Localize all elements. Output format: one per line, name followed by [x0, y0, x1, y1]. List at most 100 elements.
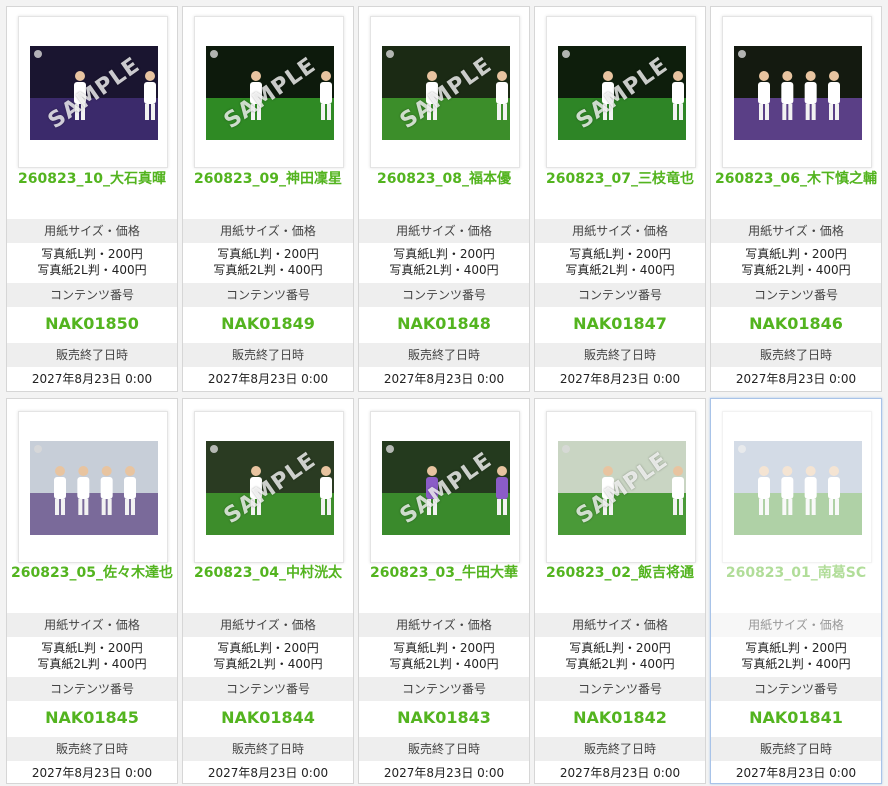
sale-end-date: 2027年8月23日 0:00: [383, 372, 505, 386]
product-photo-frame[interactable]: SAMPLE: [546, 16, 696, 168]
price-l: 写真紙L判・200円: [217, 641, 319, 655]
price-l: 写真紙L判・200円: [217, 247, 319, 261]
sale-end-label: 販売終了日時: [359, 343, 529, 367]
product-title[interactable]: 260823_07_三枝竜也: [539, 169, 701, 215]
price-list: 写真紙L判・200円 写真紙2L判・400円: [535, 243, 705, 281]
price-2l: 写真紙2L判・400円: [565, 657, 675, 671]
price-list: 写真紙L判・200円 写真紙2L判・400円: [7, 637, 177, 675]
sale-end-label: 販売終了日時: [359, 737, 529, 761]
product-photo-frame[interactable]: SAMPLE: [370, 16, 520, 168]
price-l: 写真紙L判・200円: [745, 247, 847, 261]
content-code: NAK01850: [45, 314, 139, 333]
product-photo-frame[interactable]: SAMPLE: [194, 16, 344, 168]
price-l: 写真紙L判・200円: [393, 641, 495, 655]
content-code: NAK01843: [397, 708, 491, 727]
product-title[interactable]: 260823_04_中村洸太: [187, 563, 349, 609]
product-card[interactable]: SAMPLE 260823_08_福本優 用紙サイズ・価格 写真紙L判・200円 写真紙…: [358, 6, 530, 392]
sale-end-label: 販売終了日時: [7, 343, 177, 367]
sale-end-date: 2027年8月23日 0:00: [31, 372, 153, 386]
sale-end-label: 販売終了日時: [535, 343, 705, 367]
product-photo-frame[interactable]: SAMPLE: [370, 411, 520, 563]
content-no-label: コンテンツ番号: [183, 283, 353, 307]
sale-end-date: 2027年8月23日 0:00: [207, 372, 329, 386]
price-list: 写真紙L判・200円 写真紙2L判・400円: [711, 243, 881, 281]
product-title[interactable]: 260823_08_福本優: [363, 169, 525, 215]
price-list: 写真紙L判・200円 写真紙2L判・400円: [183, 637, 353, 675]
sale-end-label: 販売終了日時: [7, 737, 177, 761]
product-title[interactable]: 260823_09_神田凜星: [187, 169, 349, 215]
product-title[interactable]: 260823_10_大石真暉: [11, 169, 173, 215]
product-photo-frame[interactable]: [18, 411, 168, 563]
sale-end-date: 2027年8月23日 0:00: [207, 766, 329, 780]
price-l: 写真紙L判・200円: [41, 247, 143, 261]
content-code: NAK01846: [749, 314, 843, 333]
price-l: 写真紙L判・200円: [569, 641, 671, 655]
product-photo[interactable]: SAMPLE: [382, 46, 510, 140]
size-price-label: 用紙サイズ・価格: [535, 219, 705, 243]
content-no-label: コンテンツ番号: [7, 283, 177, 307]
product-photo[interactable]: SAMPLE: [206, 441, 334, 535]
price-2l: 写真紙2L判・400円: [741, 263, 851, 277]
product-photo[interactable]: SAMPLE: [558, 441, 686, 535]
product-card[interactable]: SAMPLE 260823_04_中村洸太 用紙サイズ・価格 写真紙L判・200円 写真…: [182, 398, 354, 784]
sale-end-date: 2027年8月23日 0:00: [31, 766, 153, 780]
content-no-label: コンテンツ番号: [535, 283, 705, 307]
price-list: 写真紙L判・200円 写真紙2L判・400円: [7, 243, 177, 281]
product-photo[interactable]: [734, 46, 862, 140]
product-photo-frame[interactable]: SAMPLE: [194, 411, 344, 563]
price-2l: 写真紙2L判・400円: [213, 657, 323, 671]
product-title[interactable]: 260823_02_飯吉将通: [539, 563, 701, 609]
product-photo-frame[interactable]: [722, 411, 872, 563]
sale-end-label: 販売終了日時: [183, 737, 353, 761]
sale-end-date: 2027年8月23日 0:00: [559, 372, 681, 386]
product-card[interactable]: 260823_06_木下慎之輔 用紙サイズ・価格 写真紙L判・200円 写真紙2L判・…: [710, 6, 882, 392]
size-price-label: 用紙サイズ・価格: [183, 613, 353, 637]
price-2l: 写真紙2L判・400円: [37, 263, 147, 277]
product-photo-frame[interactable]: SAMPLE: [546, 411, 696, 563]
sale-end-date: 2027年8月23日 0:00: [559, 766, 681, 780]
price-list: 写真紙L判・200円 写真紙2L判・400円: [711, 637, 881, 675]
product-photo-frame[interactable]: [722, 16, 872, 168]
price-2l: 写真紙2L判・400円: [565, 263, 675, 277]
price-2l: 写真紙2L判・400円: [741, 657, 851, 671]
product-card[interactable]: SAMPLE 260823_02_飯吉将通用紙サイズ・価格写真紙L判・200円 写真…: [534, 398, 706, 784]
price-2l: 写真紙2L判・400円: [37, 657, 147, 671]
product-title[interactable]: 260823_03_牛田大華: [363, 563, 525, 609]
price-2l: 写真紙2L判・400円: [213, 263, 323, 277]
product-photo[interactable]: SAMPLE: [558, 46, 686, 140]
content-no-label: コンテンツ番号: [183, 677, 353, 701]
price-l: 写真紙L判・200円: [41, 641, 143, 655]
size-price-label: 用紙サイズ・価格: [711, 613, 881, 637]
sale-end-date: 2027年8月23日 0:00: [383, 766, 505, 780]
product-photo-frame[interactable]: SAMPLE: [18, 16, 168, 168]
content-no-label: コンテンツ番号: [535, 677, 705, 701]
product-photo[interactable]: SAMPLE: [382, 441, 510, 535]
price-list: 写真紙L判・200円 写真紙2L判・400円: [359, 243, 529, 281]
product-title[interactable]: 260823_05_佐々木達也: [11, 563, 173, 609]
product-title[interactable]: 260823_06_木下慎之輔: [715, 169, 877, 215]
product-photo[interactable]: [734, 441, 862, 535]
sale-end-label: 販売終了日時: [711, 737, 881, 761]
product-card[interactable]: SAMPLE 260823_03_牛田大華用紙サイズ・価格写真紙L判・200円 写真…: [358, 398, 530, 784]
product-photo[interactable]: SAMPLE: [30, 46, 158, 140]
content-code: NAK01841: [749, 708, 843, 727]
content-code: NAK01844: [221, 708, 315, 727]
content-no-label: コンテンツ番号: [359, 283, 529, 307]
product-card[interactable]: SAMPLE 260823_09_神田凜星 用紙サイズ・価格 写真紙L判・200円 写真…: [182, 6, 354, 392]
product-title[interactable]: 260823_01_南葛SC: [715, 563, 877, 609]
product-card[interactable]: SAMPLE 260823_10_大石真暉 用紙サイズ・価格 写真紙L判・200円 写真…: [6, 6, 178, 392]
product-card[interactable]: SAMPLE 260823_07_三枝竜也用紙サイズ・価格 写真紙L判・200円 写真…: [534, 6, 706, 392]
product-card[interactable]: 260823_05_佐々木達也 用紙サイズ・価格 写真紙L判・200円 写真紙2L判・…: [6, 398, 178, 784]
price-2l: 写真紙2L判・400円: [389, 657, 499, 671]
size-price-label: 用紙サイズ・価格: [359, 613, 529, 637]
content-code: NAK01848: [397, 314, 491, 333]
size-price-label: 用紙サイズ・価格: [535, 613, 705, 637]
size-price-label: 用紙サイズ・価格: [711, 219, 881, 243]
product-photo[interactable]: SAMPLE: [206, 46, 334, 140]
sale-end-label: 販売終了日時: [535, 737, 705, 761]
sale-end-date: 2027年8月23日 0:00: [735, 372, 857, 386]
price-2l: 写真紙2L判・400円: [389, 263, 499, 277]
product-photo[interactable]: [30, 441, 158, 535]
content-code: NAK01842: [573, 708, 667, 727]
product-card[interactable]: 260823_01_南葛SC 用紙サイズ・価格 写真紙L判・200円 写真紙2L判・4…: [710, 398, 882, 784]
